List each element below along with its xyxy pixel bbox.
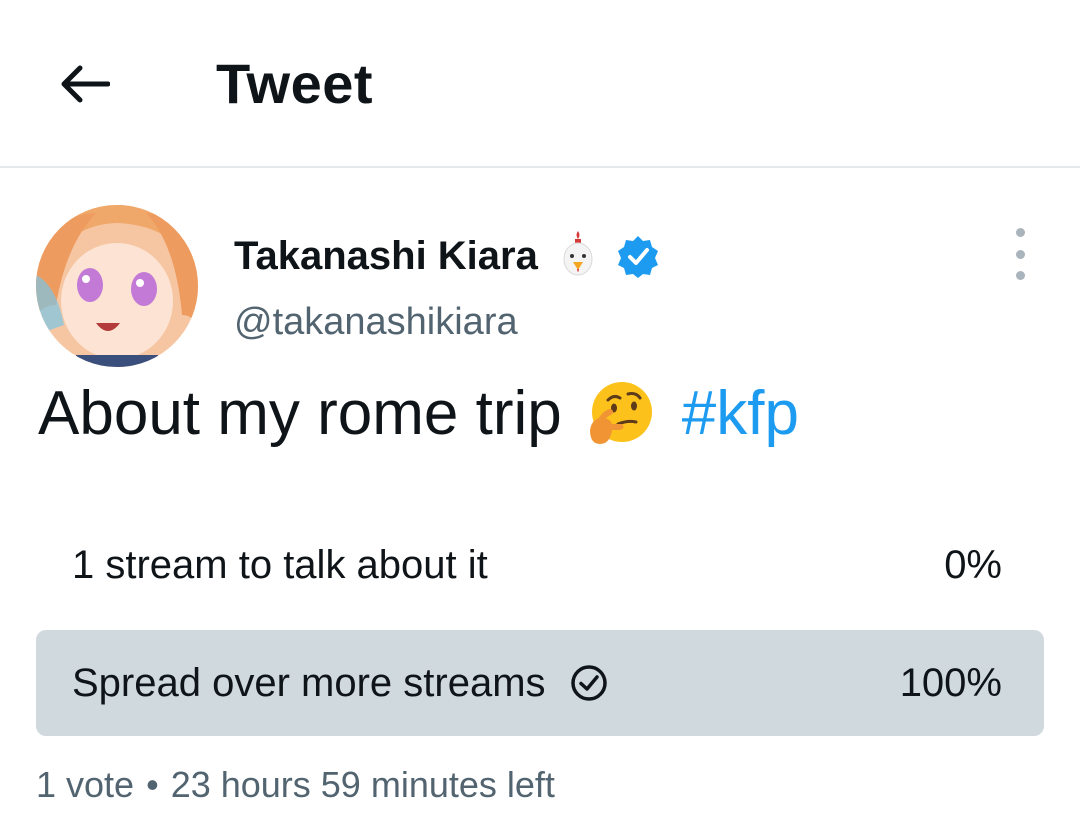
time-left: 23 hours 59 minutes left <box>170 764 555 805</box>
avatar[interactable] <box>36 205 198 367</box>
more-dot-icon <box>1015 249 1025 259</box>
poll-option-label: 1 stream to talk about it <box>72 542 488 587</box>
chicken-icon <box>563 231 593 276</box>
author-name-row[interactable]: Takanashi Kiara <box>234 226 660 286</box>
poll-footer: 1 vote • 23 hours 59 minutes left <box>36 760 555 810</box>
back-button[interactable] <box>52 52 116 116</box>
thinking-face-icon <box>589 382 652 444</box>
author-handle: @takanashikiara <box>234 301 518 343</box>
verified-badge-icon <box>617 236 658 278</box>
poll-option-2[interactable]: Spread over more streams 100% <box>36 630 1044 736</box>
poll-option-1[interactable]: 1 stream to talk about it 0% <box>36 512 1044 618</box>
poll-option-percent: 0% <box>944 542 1002 587</box>
author-name: Takanashi Kiara <box>234 234 538 278</box>
poll-option-percent: 100% <box>899 660 1002 705</box>
tweet-text: About my rome trip #kfp <box>38 374 799 454</box>
more-dot-icon <box>1015 228 1025 237</box>
tweet-body: About my rome trip <box>38 379 562 448</box>
back-arrow-icon <box>61 65 110 103</box>
more-options-button[interactable] <box>996 228 1044 280</box>
check-circle-icon <box>570 665 607 701</box>
vote-count: 1 vote <box>36 764 135 805</box>
hashtag-link[interactable]: #kfp <box>682 374 799 454</box>
top-app-bar: Tweet <box>0 0 1080 168</box>
separator-dot: • <box>146 764 159 805</box>
poll-option-label: Spread over more streams <box>72 660 546 705</box>
more-dot-icon <box>1015 271 1025 280</box>
page-title: Tweet <box>216 52 374 115</box>
